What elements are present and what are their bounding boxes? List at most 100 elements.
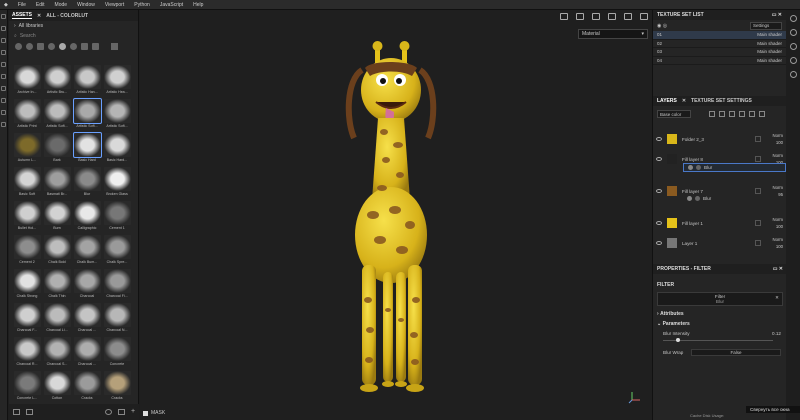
asset-thumbnail[interactable]: Charcoal ... [73, 303, 101, 334]
display-settings-icon[interactable] [789, 71, 797, 78]
asset-thumbnail[interactable]: Artistic Soft... [43, 99, 71, 130]
blur-intensity-value[interactable]: 0.12 [772, 331, 781, 336]
search-input[interactable]: Search [20, 33, 36, 39]
asset-thumbnail[interactable]: Charcoal S... [43, 337, 71, 368]
add-icon[interactable]: + [131, 408, 138, 415]
menu-javascript[interactable]: JavaScript [160, 2, 183, 8]
layer-name[interactable]: Fill layer 1 [682, 221, 742, 226]
asset-thumbnail[interactable]: Chalk Strong [13, 269, 41, 300]
asset-thumbnail[interactable]: Charcoal R... [13, 337, 41, 368]
bake-tool-icon[interactable] [1, 122, 6, 127]
asset-thumbnail[interactable]: Burn [43, 201, 71, 232]
refresh-icon[interactable] [105, 409, 112, 415]
sublayer-blur[interactable]: Blur [683, 194, 786, 203]
tab-colorlut[interactable]: ALL - COLORLUT [46, 13, 88, 19]
asset-thumbnail[interactable]: Artistic Bru... [43, 65, 71, 96]
projection-tool-icon[interactable] [1, 38, 6, 43]
filter-smart-materials-icon[interactable] [26, 43, 33, 50]
asset-thumbnail[interactable]: Artistic Hea... [103, 65, 131, 96]
eye-icon[interactable] [688, 165, 693, 170]
layer-mask-slot[interactable] [755, 220, 761, 226]
mask-toggle[interactable]: MASK [143, 410, 165, 416]
color-picker-icon[interactable] [1, 86, 6, 91]
asset-thumbnail[interactable]: Concrete L... [13, 371, 41, 402]
sublayer-blur-selected[interactable]: Blur [683, 163, 786, 172]
layer-name[interactable]: Folder 2_3 [682, 137, 742, 142]
asset-thumbnail[interactable]: Blur [73, 167, 101, 198]
layer-mask-slot[interactable] [755, 136, 761, 142]
channel-select[interactable]: Base color [657, 110, 691, 118]
texture-set-row[interactable]: 01 Main shader [653, 31, 786, 40]
texture-set-shader[interactable]: Main shader [757, 49, 782, 54]
texture-set-shader[interactable]: Main shader [757, 32, 782, 37]
filter-grid-icon[interactable] [81, 43, 88, 50]
filter-brushes-icon[interactable] [59, 43, 66, 50]
tab-texture-set-settings[interactable]: TEXTURE SET SETTINGS [691, 98, 752, 104]
filter-particles-icon[interactable] [70, 43, 77, 50]
texture-set-shader[interactable]: Main shader [757, 41, 782, 46]
menu-mode[interactable]: Mode [55, 2, 68, 8]
add-paint-layer-icon[interactable] [729, 111, 735, 117]
asset-thumbnail[interactable]: Chalk Bum... [73, 235, 101, 266]
close-icon[interactable]: ✕ [37, 13, 41, 19]
blend-mode[interactable]: Norm [772, 216, 783, 223]
filter-textures-icon[interactable] [37, 43, 44, 50]
asset-thumbnail[interactable]: Broken Glass [103, 167, 131, 198]
asset-thumbnail[interactable]: Charcoal ... [73, 337, 101, 368]
asset-thumbnail[interactable]: Charcoal N... [103, 303, 131, 334]
blur-intensity-slider[interactable] [663, 338, 773, 342]
eye-icon[interactable] [656, 221, 662, 225]
tab-layers[interactable]: LAYERS [657, 98, 677, 104]
asset-thumbnail[interactable]: Cracks [103, 371, 131, 402]
asset-thumbnail[interactable]: Charcoal [73, 269, 101, 300]
asset-thumbnail[interactable]: Charcoal Li... [43, 303, 71, 334]
texture-set-list-icon[interactable] [789, 15, 797, 22]
asset-thumbnail[interactable]: Artistic Print [13, 99, 41, 130]
add-mask-icon[interactable] [719, 111, 725, 117]
layer-name[interactable]: Fill layer 7 [682, 189, 742, 194]
slider-handle[interactable] [675, 338, 680, 342]
asset-thumbnail[interactable]: Artistic Han... [73, 65, 101, 96]
filter-selector[interactable]: Filter Blur ✕ [657, 292, 783, 306]
import-icon[interactable] [26, 409, 33, 415]
asset-thumbnail[interactable]: Calligraphic [73, 201, 101, 232]
select-tool-icon[interactable] [1, 110, 6, 115]
blend-mode[interactable]: Norm [772, 152, 783, 159]
eraser-tool-icon[interactable] [1, 26, 6, 31]
asset-thumbnail[interactable]: Artistic Soft... [103, 99, 131, 130]
close-icon[interactable]: ✕ [775, 295, 779, 301]
asset-thumbnail[interactable]: Chalk Bold [43, 235, 71, 266]
asset-thumbnail[interactable]: Bark [43, 133, 71, 164]
settings-icon[interactable] [13, 409, 20, 415]
asset-thumbnail[interactable]: Bullet Hol... [13, 201, 41, 232]
layer-name[interactable]: Layer 1 [682, 241, 742, 246]
layer-name[interactable]: Fill layer 8 [682, 157, 742, 162]
close-icon[interactable]: ✕ [682, 98, 686, 104]
texture-set-shader[interactable]: Main shader [757, 58, 782, 63]
add-folder-icon[interactable] [749, 111, 755, 117]
eye-icon[interactable] [687, 196, 692, 201]
asset-thumbnail[interactable]: Charcoal Fi... [103, 269, 131, 300]
eye-icon[interactable] [656, 241, 662, 245]
asset-thumbnail[interactable]: Archive In... [13, 65, 41, 96]
asset-thumbnail[interactable]: Cement 2 [13, 235, 41, 266]
blend-mode[interactable]: Norm [772, 132, 783, 139]
opacity-value[interactable]: 100 [772, 139, 783, 146]
eye-icon[interactable] [656, 157, 662, 161]
layer-blend[interactable]: Norm100 [772, 132, 783, 146]
opacity-value[interactable]: 100 [772, 223, 783, 230]
history-icon[interactable] [789, 57, 797, 64]
texture-set-row[interactable]: 04 Main shader [653, 57, 786, 65]
texture-set-row[interactable]: 02 Main shader [653, 40, 786, 48]
layer-mask-slot[interactable] [755, 156, 761, 162]
asset-thumbnail[interactable]: Basmati Br... [43, 167, 71, 198]
library-selector[interactable]: › All libraries [9, 21, 138, 31]
layer-row[interactable]: Fill layer 1 Norm 100 [653, 214, 787, 232]
menu-edit[interactable]: Edit [36, 2, 45, 8]
menu-viewport[interactable]: Viewport [105, 2, 124, 8]
asset-thumbnail[interactable]: Artistic Soft... [72, 98, 102, 130]
geometry-fill-icon[interactable] [1, 50, 6, 55]
asset-thumbnail[interactable]: Concrete [103, 337, 131, 368]
texture-set-settings-dropdown[interactable]: Settings [750, 21, 782, 30]
attributes-section[interactable]: › Attributes [653, 309, 787, 319]
